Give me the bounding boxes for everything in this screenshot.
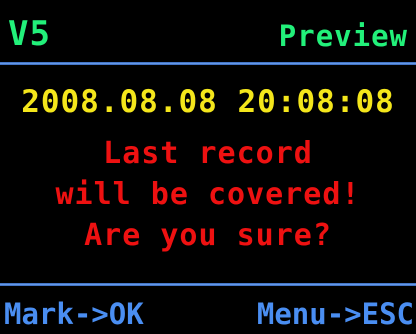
- warning-line-2: will be covered!: [55, 177, 361, 212]
- datetime-display: 2008.08.08 20:08:08: [21, 84, 395, 120]
- device-screen: V5 Preview 2008.08.08 20:08:08 Last reco…: [0, 0, 416, 334]
- status-label: Preview: [278, 19, 408, 53]
- header-divider: [0, 62, 416, 65]
- confirm-hint[interactable]: Mark->OK: [4, 296, 144, 332]
- warning-line-3: Are you sure?: [84, 218, 332, 253]
- footer-divider: [0, 283, 416, 286]
- cancel-hint[interactable]: Menu->ESC: [257, 296, 414, 332]
- warning-line-1: Last record: [103, 136, 313, 171]
- mode-label: V5: [8, 14, 51, 54]
